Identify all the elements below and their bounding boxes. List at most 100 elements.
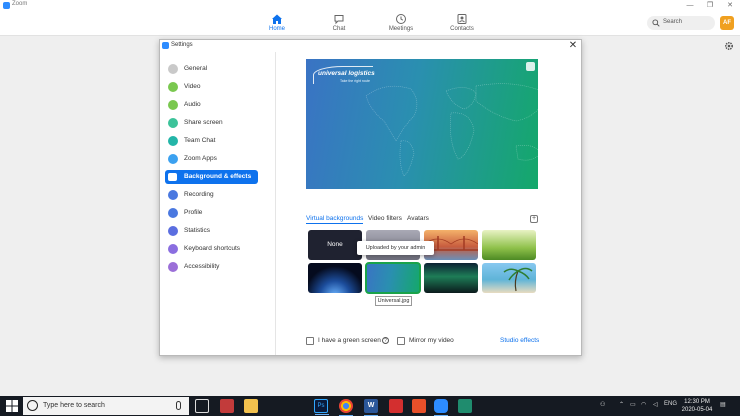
maximize-button[interactable]: ❐ — [700, 0, 720, 11]
sidebar-item-label: Share screen — [184, 119, 223, 126]
acrobat-icon[interactable] — [389, 399, 403, 413]
tab-chat-label: Chat — [332, 26, 346, 32]
window-title: Zoom — [12, 1, 28, 7]
background-beach-thumbnail[interactable] — [482, 263, 536, 293]
title-bar: Zoom — ❐ ✕ — [0, 0, 740, 11]
sidebar-item-label: Statistics — [184, 227, 211, 234]
sidebar-item-keyboard-shortcuts[interactable]: Keyboard shortcuts — [165, 242, 258, 256]
tab-contacts-label: Contacts — [450, 26, 474, 32]
statistics-icon — [168, 226, 178, 236]
windows-taskbar: Type here to search Ps W ⚇ ⌃ ▭ ◠ ◁ ENG 1… — [0, 396, 740, 416]
green-screen-checkbox[interactable] — [306, 337, 314, 345]
background-none[interactable]: None — [308, 230, 362, 260]
search-input[interactable]: Search — [647, 16, 715, 30]
tab-avatars[interactable]: Avatars — [407, 215, 429, 222]
zoom-icon[interactable] — [434, 399, 448, 416]
sidebar-item-label: Zoom Apps — [184, 155, 217, 162]
chrome-icon[interactable] — [339, 399, 353, 416]
taskbar-clock[interactable]: 12:30 PM 2020-05-04 — [680, 398, 714, 414]
mirror-video-checkbox[interactable] — [397, 337, 405, 345]
microphone-icon[interactable] — [176, 401, 181, 410]
language-indicator[interactable]: ENG — [664, 401, 677, 407]
headphones-icon — [168, 100, 178, 110]
tab-virtual-backgrounds[interactable]: Virtual backgrounds — [306, 215, 364, 224]
background-earth-thumbnail[interactable] — [308, 263, 362, 293]
expand-icon[interactable] — [526, 62, 535, 71]
studio-effects-link[interactable]: Studio effects — [500, 337, 539, 344]
accessibility-icon — [168, 262, 178, 272]
add-background-button[interactable]: + — [530, 215, 538, 223]
keyboard-icon — [168, 244, 178, 254]
help-icon[interactable]: ? — [382, 337, 389, 344]
sidebar-item-background-effects[interactable]: Background & effects — [165, 170, 258, 184]
sidebar-item-label: General — [184, 65, 208, 72]
tab-video-filters[interactable]: Video filters — [368, 215, 402, 222]
background-aurora-thumbnail[interactable] — [424, 263, 478, 293]
tab-home[interactable]: Home — [257, 13, 297, 32]
gear-icon[interactable] — [724, 41, 734, 51]
background-universal-thumbnail[interactable] — [365, 262, 421, 294]
share-screen-icon — [168, 118, 178, 128]
sidebar-item-zoom-apps[interactable]: Zoom Apps — [165, 152, 258, 166]
tab-contacts[interactable]: Contacts — [442, 13, 482, 32]
minimize-button[interactable]: — — [680, 0, 700, 11]
logo-tagline: Take the right route — [340, 79, 370, 83]
avatar[interactable]: AF — [720, 16, 734, 30]
top-navigation: Home Chat Meetings Contacts Search AF — [0, 11, 740, 36]
window-close-button[interactable]: ✕ — [720, 0, 740, 11]
network-icon[interactable]: ▭ — [630, 401, 636, 408]
clock-time: 12:30 PM — [684, 399, 710, 405]
windows-start-icon[interactable] — [6, 400, 18, 412]
gear-icon — [168, 64, 178, 74]
photoshop-icon[interactable]: Ps — [314, 399, 329, 415]
task-view-icon[interactable] — [195, 399, 209, 413]
app-icon[interactable] — [458, 399, 472, 413]
people-icon[interactable]: ⚇ — [600, 401, 605, 408]
sidebar-item-statistics[interactable]: Statistics — [165, 224, 258, 238]
chat-icon — [334, 15, 344, 25]
profile-icon — [168, 208, 178, 218]
word-icon[interactable]: W — [364, 399, 378, 416]
mirror-video-label: Mirror my video — [409, 337, 454, 344]
sidebar-item-label: Team Chat — [184, 137, 216, 144]
background-grass-thumbnail[interactable] — [482, 230, 536, 260]
chat-icon — [168, 136, 178, 146]
zoom-logo-icon — [162, 42, 169, 49]
settings-close-button[interactable]: ✕ — [567, 40, 579, 52]
video-preview: universal logistics Take the right route — [306, 59, 538, 189]
tab-meetings[interactable]: Meetings — [381, 13, 421, 32]
logo-text: universal logistics — [318, 70, 375, 77]
sidebar-item-label: Keyboard shortcuts — [184, 245, 241, 252]
file-explorer-icon[interactable] — [244, 399, 258, 413]
chevron-up-icon[interactable]: ⌃ — [619, 401, 624, 408]
sidebar-item-label: Video — [184, 83, 201, 90]
search-icon — [27, 400, 38, 411]
sidebar-item-team-chat[interactable]: Team Chat — [165, 134, 258, 148]
sidebar-item-label: Background & effects — [184, 173, 252, 180]
green-screen-label: I have a green screen — [318, 337, 381, 344]
sidebar-item-accessibility[interactable]: Accessibility — [165, 260, 258, 274]
background-icon — [168, 173, 177, 181]
snipping-icon[interactable] — [220, 399, 234, 413]
sidebar-item-recording[interactable]: Recording — [165, 188, 258, 202]
sidebar-item-label: Profile — [184, 209, 203, 216]
sidebar-item-audio[interactable]: Audio — [165, 98, 258, 112]
tab-chat[interactable]: Chat — [319, 13, 359, 32]
sidebar-item-profile[interactable]: Profile — [165, 206, 258, 220]
tooltip-uploaded-by-admin: Uploaded by your admin — [357, 241, 434, 255]
sidebar-item-label: Accessibility — [184, 263, 220, 270]
notifications-icon[interactable]: ▤ — [720, 401, 726, 408]
sidebar-item-general[interactable]: General — [165, 62, 258, 76]
world-map-graphic — [365, 83, 538, 177]
sidebar-item-video[interactable]: Video — [165, 80, 258, 94]
taskbar-search-input[interactable]: Type here to search — [23, 397, 189, 415]
tab-meetings-label: Meetings — [388, 26, 414, 32]
apps-icon — [168, 154, 178, 164]
contacts-icon — [457, 14, 467, 24]
clock-icon — [396, 14, 406, 24]
record-icon — [168, 190, 178, 200]
wifi-icon[interactable]: ◠ — [641, 401, 646, 408]
office-icon[interactable] — [412, 399, 426, 413]
sidebar-item-share-screen[interactable]: Share screen — [165, 116, 258, 130]
volume-icon[interactable]: ◁ — [653, 401, 658, 408]
